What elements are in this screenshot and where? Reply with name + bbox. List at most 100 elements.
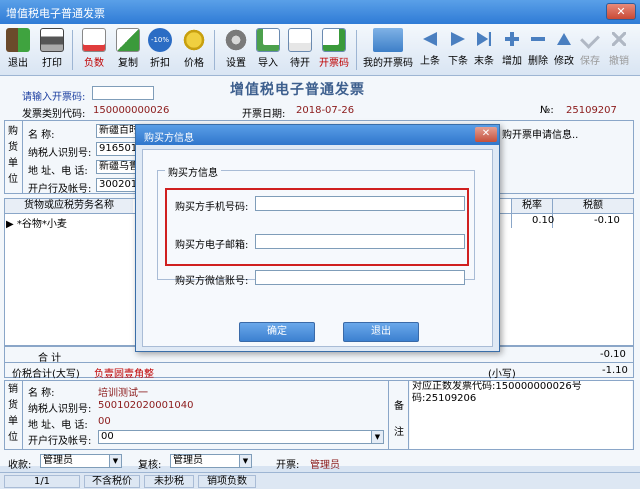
tax-rate-cell: 0.10 bbox=[532, 215, 555, 226]
divider bbox=[22, 380, 23, 450]
seller-label-char: 位 bbox=[8, 432, 18, 443]
import-button[interactable]: 导入 bbox=[254, 28, 282, 72]
seller-name-label: 名 称: bbox=[28, 388, 55, 399]
phone-label: 购买方手机号码: bbox=[175, 202, 249, 213]
reviewer-value: 管理员 bbox=[173, 455, 203, 466]
table-row[interactable]: ▶ *谷物*小麦 bbox=[6, 215, 67, 230]
buyer-address-input[interactable]: 新疆乌鲁 bbox=[96, 160, 136, 174]
discount-icon: -10% bbox=[148, 28, 172, 52]
buyer-request-note: 购开票申请信息.. bbox=[502, 130, 579, 141]
goods-name-header: 货物或应税劳务名称 bbox=[5, 199, 133, 213]
tax-rate-header: 税率 bbox=[512, 199, 552, 213]
buyer-tax-id-input[interactable]: 916501C bbox=[96, 142, 136, 156]
divider bbox=[388, 380, 389, 450]
pending-icon bbox=[288, 28, 312, 52]
wechat-label: 购买方微信账号: bbox=[175, 276, 249, 287]
seller-label-char: 销 bbox=[8, 384, 18, 395]
input-code-label: 请输入开票码: bbox=[22, 92, 86, 103]
negative-button[interactable]: 负数 bbox=[80, 28, 108, 72]
ok-button[interactable]: 确定 bbox=[239, 322, 315, 342]
remark-textarea[interactable]: 对应正数发票代码:150000000026号码:25109206 bbox=[410, 381, 632, 449]
goods-name-cell: *谷物*小麦 bbox=[16, 219, 67, 230]
discount-button[interactable]: -10% 折扣 bbox=[146, 28, 174, 72]
next-button[interactable]: 下条 bbox=[446, 28, 470, 72]
seller-tax-id-value: 500102020001040 bbox=[98, 400, 194, 411]
settings-button[interactable]: 设置 bbox=[222, 28, 250, 72]
add-button[interactable]: 增加 bbox=[500, 28, 524, 72]
phone-input[interactable] bbox=[255, 196, 465, 211]
invoice-no-label: №: bbox=[540, 105, 554, 116]
dialog-body: 购买方信息 购买方手机号码: 购买方电子邮箱: 购买方微信账号: 确定 退出 bbox=[142, 149, 493, 347]
divider bbox=[511, 198, 512, 228]
total-words-label: 价税合计(大写) bbox=[12, 369, 80, 380]
divider bbox=[408, 380, 409, 450]
undo-button[interactable]: 撤销 bbox=[606, 28, 632, 72]
prev-button[interactable]: 上条 bbox=[418, 28, 442, 72]
folder-icon bbox=[373, 28, 403, 52]
remark-label-char: 注 bbox=[394, 427, 404, 438]
printer-icon bbox=[40, 28, 64, 52]
next-icon bbox=[451, 32, 465, 46]
copy-button[interactable]: 复制 bbox=[114, 28, 142, 72]
remark-label: 备 注 bbox=[392, 394, 406, 446]
pending-button[interactable]: 待开 bbox=[286, 28, 314, 72]
window-close-button[interactable]: ✕ bbox=[606, 3, 636, 20]
row-marker: ▶ bbox=[6, 219, 14, 230]
email-label: 购买方电子邮箱: bbox=[175, 240, 249, 251]
toolbar-separator bbox=[214, 30, 215, 70]
my-invoice-code-button[interactable]: 我的开票码 bbox=[360, 28, 416, 72]
divider bbox=[4, 362, 634, 363]
reviewer-label: 复核: bbox=[138, 460, 162, 471]
buyer-name-input[interactable]: 新疆百时 bbox=[96, 124, 136, 138]
chevron-down-icon: ▼ bbox=[109, 455, 121, 467]
group-label: 购买方信息 bbox=[165, 164, 221, 179]
status-price-mode: 不含税价 bbox=[84, 475, 140, 488]
seller-bank-value: 00 bbox=[101, 431, 114, 442]
wechat-input[interactable] bbox=[255, 270, 465, 285]
exit-dialog-button[interactable]: 退出 bbox=[343, 322, 419, 342]
dialog-title-bar: 购买方信息 ✕ bbox=[136, 125, 499, 145]
invoice-code-input[interactable] bbox=[92, 86, 154, 100]
status-tax-copy: 未抄税 bbox=[144, 475, 194, 488]
delete-button[interactable]: 删除 bbox=[526, 28, 550, 72]
email-input[interactable] bbox=[255, 234, 465, 249]
seller-address-value: 00 bbox=[98, 416, 111, 427]
small-total-label: (小写) bbox=[488, 369, 516, 380]
type-code-label: 发票类别代码: bbox=[22, 109, 86, 120]
exit-button[interactable]: 退出 bbox=[4, 28, 32, 72]
chevron-down-icon: ▼ bbox=[371, 431, 383, 443]
total-value: -0.10 bbox=[600, 349, 626, 360]
buyer-section-label: 购 货 单 位 bbox=[6, 124, 20, 188]
buyer-bank-input[interactable]: 3002010 bbox=[96, 178, 136, 192]
price-button[interactable]: 价格 bbox=[180, 28, 208, 72]
buyer-tax-id-label: 纳税人识别号: bbox=[28, 148, 92, 159]
remark-label-char: 备 bbox=[394, 401, 404, 412]
seller-bank-select[interactable]: 00 ▼ bbox=[98, 430, 384, 444]
save-button[interactable]: 保存 bbox=[578, 28, 602, 72]
last-icon bbox=[477, 32, 491, 46]
prev-icon bbox=[423, 32, 437, 46]
payee-select[interactable]: 管理员 ▼ bbox=[40, 454, 122, 468]
chevron-down-icon: ▼ bbox=[239, 455, 251, 467]
buyer-name-label: 名 称: bbox=[28, 130, 55, 141]
invoice-code-button[interactable]: 开票码 bbox=[318, 28, 350, 72]
window-title: 增值税电子普通发票 bbox=[6, 7, 105, 20]
status-bar: 1/1 不含税价 未抄税 销项负数 bbox=[0, 472, 640, 489]
exit-icon bbox=[6, 28, 30, 52]
total-label: 合 计 bbox=[38, 353, 62, 364]
edit-icon bbox=[557, 33, 571, 45]
buyer-label-char: 位 bbox=[8, 174, 18, 185]
copy-icon bbox=[116, 28, 140, 52]
dialog-close-button[interactable]: ✕ bbox=[475, 127, 497, 142]
check-icon bbox=[580, 29, 600, 49]
tax-amount-header: 税额 bbox=[553, 199, 633, 213]
reviewer-select[interactable]: 管理员 ▼ bbox=[170, 454, 252, 468]
edit-button[interactable]: 修改 bbox=[552, 28, 576, 72]
last-button[interactable]: 末条 bbox=[472, 28, 496, 72]
import-icon bbox=[256, 28, 280, 52]
buyer-label-char: 货 bbox=[8, 142, 18, 153]
minus-icon bbox=[531, 32, 545, 46]
buyer-bank-label: 开户行及帐号: bbox=[28, 184, 92, 195]
print-button[interactable]: 打印 bbox=[38, 28, 66, 72]
dialog-title: 购买方信息 bbox=[144, 133, 194, 144]
